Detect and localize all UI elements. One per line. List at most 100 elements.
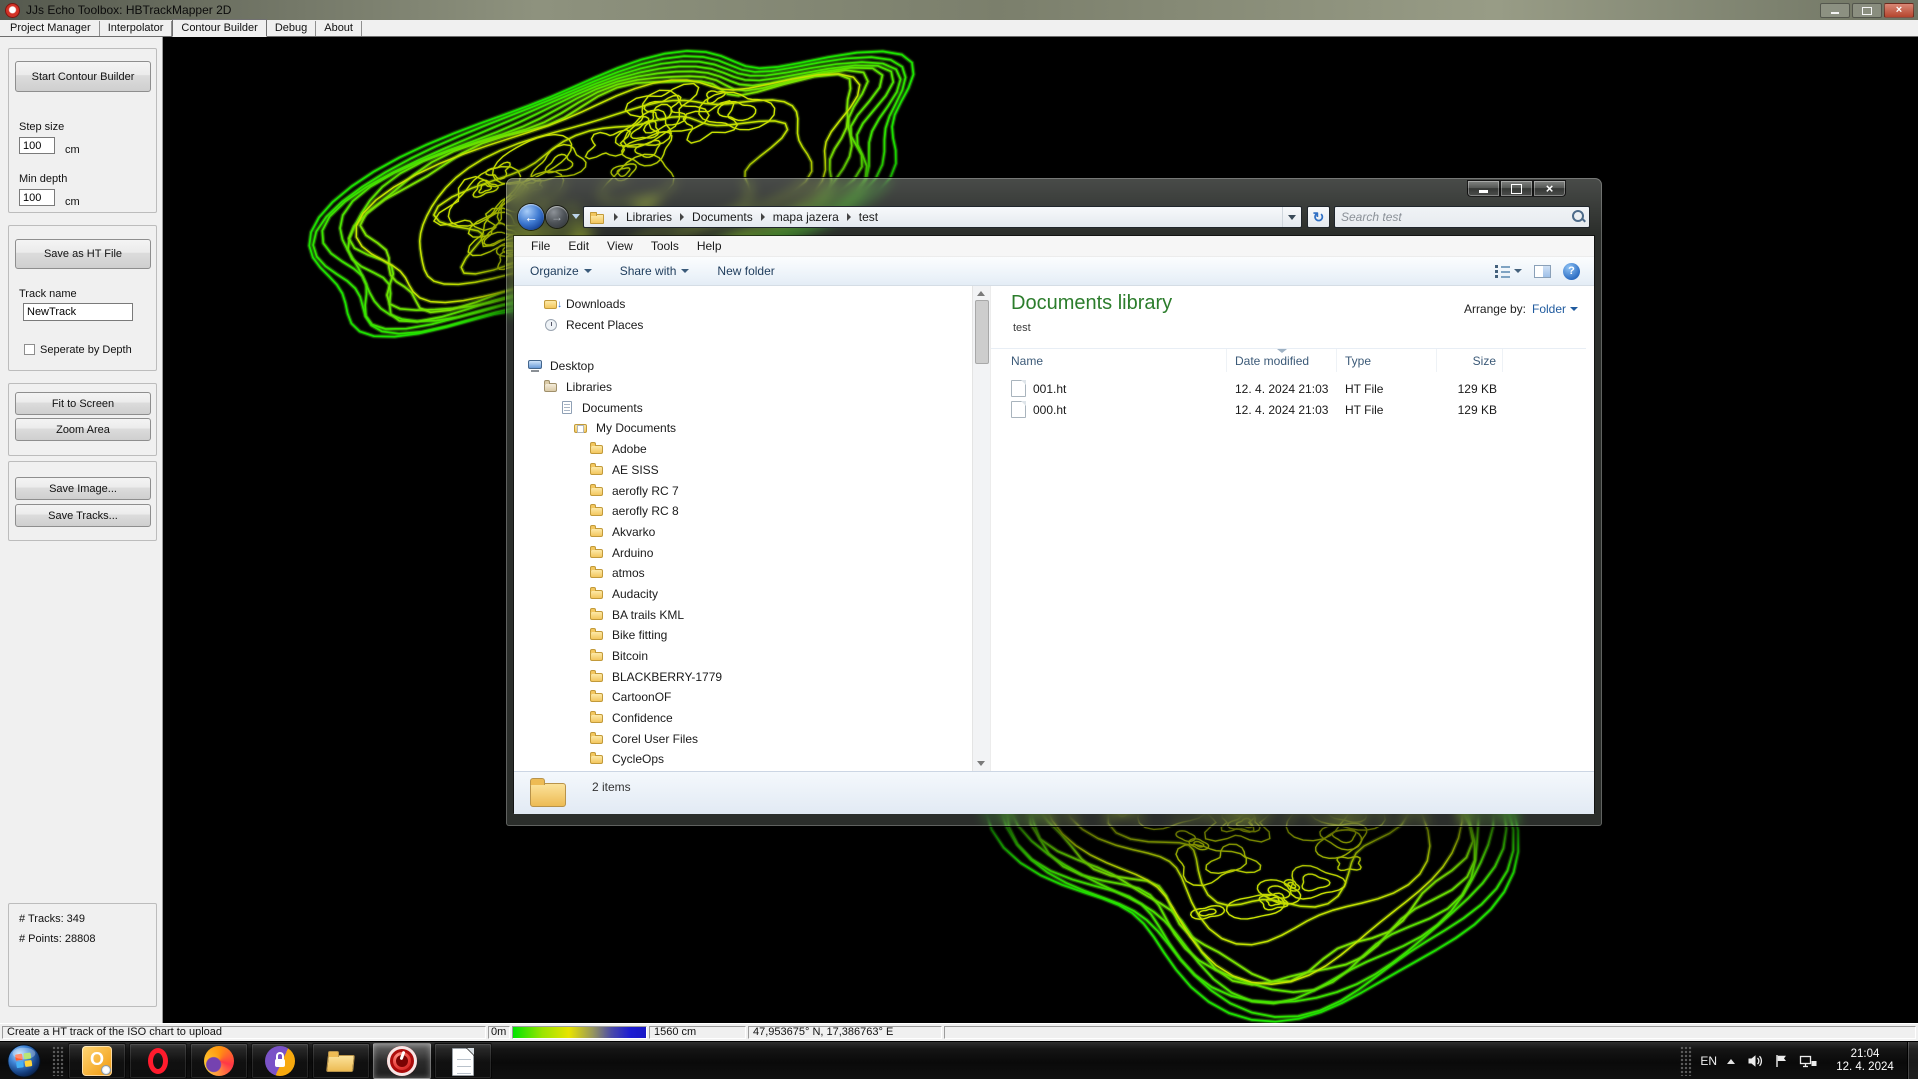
breadcrumb-segment[interactable]: Documents [672,210,753,224]
search-input[interactable] [1335,210,1569,224]
app-tab[interactable]: Debug [267,21,316,36]
app-minimize-button[interactable] [1820,3,1850,18]
save-image-button[interactable]: Save Image... [15,477,151,500]
toolbar-item-label: Share with [620,264,677,278]
app-tab[interactable]: Contour Builder [172,19,266,37]
tree-item[interactable]: Adobe [514,439,972,460]
menu-item[interactable]: Tools [642,236,688,256]
tree-item[interactable]: Desktop [514,356,972,377]
start-button[interactable] [6,1043,42,1079]
tree-item[interactable]: Bike fitting [514,625,972,646]
tree-item[interactable]: My Documents [514,418,972,439]
taskbar-button[interactable] [68,1043,126,1079]
app-maximize-button[interactable] [1852,3,1882,18]
minimize-icon [1831,12,1839,14]
menu-item[interactable]: File [522,236,559,256]
tree-item[interactable]: BA trails KML [514,604,972,625]
breadcrumb-segment[interactable]: Libraries [606,210,672,224]
tree-item[interactable]: Confidence [514,708,972,729]
scroll-up-icon[interactable] [977,291,985,296]
network-icon[interactable] [1799,1053,1817,1069]
tray-clock[interactable]: 21:04 12. 4. 2024 [1827,1048,1903,1074]
taskbar-button[interactable] [190,1043,248,1079]
tree-item[interactable]: CycleOps [514,749,972,770]
zoom-area-button[interactable]: Zoom Area [15,418,151,441]
explorer-close-button[interactable]: × [1533,180,1566,197]
menu-item[interactable]: View [598,236,642,256]
chevron-down-icon [1288,215,1296,220]
tree-item[interactable] [514,335,972,356]
scroll-down-icon[interactable] [977,761,985,766]
app-tab[interactable]: About [316,21,362,36]
tree-item[interactable]: BLACKBERRY-1779 [514,666,972,687]
column-header-type[interactable]: Type [1337,349,1437,372]
taskbar-button[interactable] [129,1043,187,1079]
toolbar-item[interactable]: Organize [530,264,592,278]
view-group: Fit to Screen Zoom Area [8,383,157,456]
maximize-icon [1862,7,1872,15]
taskbar-button[interactable] [251,1043,309,1079]
tree-item[interactable]: CartoonOF [514,687,972,708]
taskbar-app-icon [204,1046,234,1076]
language-indicator[interactable]: EN [1700,1054,1717,1068]
hidden-icons-button[interactable] [1727,1059,1735,1064]
separate-by-depth-checkbox[interactable] [24,344,35,355]
tree-item[interactable]: Bitcoin [514,646,972,667]
address-dropdown-button[interactable] [1282,207,1301,227]
fit-to-screen-button[interactable]: Fit to Screen [15,392,151,415]
min-depth-input[interactable] [19,189,55,206]
tree-item[interactable]: Documents [514,397,972,418]
taskbar-button[interactable] [434,1043,492,1079]
start-contour-builder-button[interactable]: Start Contour Builder [15,61,151,92]
show-desktop-button[interactable] [1907,1042,1918,1079]
save-tracks-button[interactable]: Save Tracks... [15,504,151,527]
breadcrumb[interactable]: Libraries Documents mapa jazera test [583,206,1302,228]
menu-item[interactable]: Help [688,236,731,256]
menu-item[interactable]: Edit [559,236,598,256]
history-dropdown-icon[interactable] [572,214,580,219]
forward-button[interactable]: → [546,206,568,228]
toolbar-item[interactable]: Share with [620,264,690,278]
file-row[interactable]: 001.ht 12. 4. 2024 21:03 HT File 129 KB [991,378,1586,399]
tree-item[interactable]: Audacity [514,584,972,605]
chevron-down-icon [1570,307,1578,311]
step-size-input[interactable] [19,137,55,154]
taskbar-button[interactable] [312,1043,370,1079]
column-header-name[interactable]: Name [991,349,1227,372]
taskbar-button[interactable] [373,1043,431,1079]
breadcrumb-segment[interactable]: mapa jazera [753,210,839,224]
tree-item[interactable]: Arduino [514,542,972,563]
arrange-by-value[interactable]: Folder [1532,302,1578,316]
tree-scrollbar[interactable] [972,286,990,771]
app-tab[interactable]: Interpolator [100,21,173,36]
tree-item[interactable]: Downloads [514,294,972,315]
tree-item[interactable]: aerofly RC 8 [514,501,972,522]
toolbar-item[interactable]: New folder [717,264,774,278]
tray-time: 21:04 [1827,1048,1903,1061]
back-button[interactable]: ← [518,204,544,230]
action-center-flag-icon[interactable] [1774,1053,1789,1069]
file-row[interactable]: 000.ht 12. 4. 2024 21:03 HT File 129 KB [991,399,1586,420]
tree-item[interactable]: Akvarko [514,522,972,543]
column-header-size[interactable]: Size [1437,349,1503,372]
tree-item[interactable]: atmos [514,563,972,584]
volume-icon[interactable] [1747,1053,1764,1069]
tree-item[interactable]: Recent Places [514,315,972,336]
explorer-minimize-button[interactable] [1467,180,1500,197]
app-tab[interactable]: Project Manager [2,21,100,36]
refresh-button[interactable]: ↻ [1307,206,1330,228]
track-name-input[interactable] [23,303,133,321]
save-as-ht-file-button[interactable]: Save as HT File [15,239,151,269]
preview-pane-button[interactable] [1534,265,1551,278]
taskbar-buttons [68,1043,492,1079]
scrollbar-thumb[interactable] [975,300,989,364]
help-button[interactable]: ? [1563,263,1580,280]
tree-item[interactable]: Corel User Files [514,728,972,749]
tree-item[interactable]: Libraries [514,377,972,398]
change-view-button[interactable] [1495,265,1522,278]
tree-item[interactable]: AE SISS [514,460,972,481]
tree-item[interactable]: aerofly RC 7 [514,480,972,501]
app-close-button[interactable]: × [1884,3,1914,18]
breadcrumb-segment[interactable]: test [839,210,878,224]
explorer-maximize-button[interactable] [1500,180,1533,197]
